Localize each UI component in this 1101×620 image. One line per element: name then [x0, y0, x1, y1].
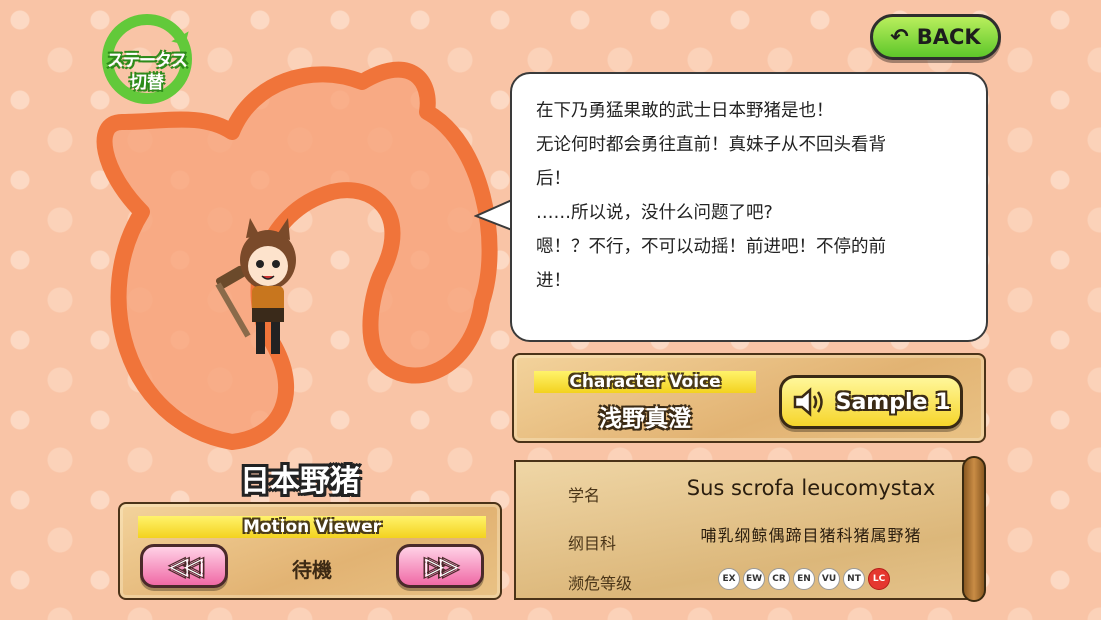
character-voice-panel: Character Voice 浅野真澄 Sample 1	[512, 353, 986, 443]
dialogue-line: 后！	[536, 169, 571, 189]
rewind-icon: ◁◁	[169, 552, 203, 580]
voice-sample-label: Sample 1	[835, 389, 951, 415]
status-badge: NT	[843, 568, 865, 590]
status-badge: EW	[743, 568, 765, 590]
speech-bubble-tail	[474, 198, 514, 232]
character-voice-header: Character Voice	[534, 371, 756, 393]
back-button[interactable]: ↶ BACK	[870, 14, 1001, 60]
character-name: 日本野猪	[240, 464, 360, 499]
status-badge: EX	[718, 568, 740, 590]
voice-sample-button[interactable]: Sample 1	[779, 375, 963, 429]
voice-actor-name: 浅野真澄	[599, 406, 691, 432]
dialogue-line: ……所以说，没什么问题了吧?	[536, 203, 773, 223]
conservation-status-badges: EX EW CR EN VU NT LC	[718, 568, 890, 590]
motion-viewer-header: Motion Viewer	[138, 516, 486, 538]
motion-state-label: 待機	[292, 558, 332, 582]
motion-next-button[interactable]: ▷▷	[396, 544, 484, 588]
back-arrow-icon: ↶	[890, 24, 909, 50]
fast-forward-icon: ▷▷	[425, 552, 459, 580]
status-badge: VU	[818, 568, 840, 590]
species-info-scroll: 学名 Sus scrofa leucomystax 纲目科 哺乳纲鲸偶蹄目猪科猪…	[514, 460, 970, 600]
scroll-roll-decoration	[962, 456, 986, 602]
dialogue-line: 在下乃勇猛果敢的武士日本野猪是也！	[536, 101, 834, 121]
dialogue-line: 进！	[536, 271, 571, 291]
classification-label: 纲目科	[568, 534, 617, 553]
character-sprite[interactable]	[210, 212, 315, 362]
scientific-name-label: 学名	[568, 486, 601, 505]
dialogue-line: 无论何时都会勇往直前！真妹子从不回头看背	[536, 135, 886, 155]
status-badge: EN	[793, 568, 815, 590]
back-button-label: BACK	[916, 25, 981, 49]
motion-viewer-panel: Motion Viewer ◁◁ 待機 ▷▷	[118, 502, 502, 600]
speaker-icon	[793, 387, 823, 417]
dialogue-bubble: 在下乃勇猛果敢的武士日本野猪是也！ 无论何时都会勇往直前！真妹子从不回头看背 后…	[510, 72, 988, 342]
conservation-status-label: 濒危等级	[568, 574, 633, 593]
status-badge: LC	[868, 568, 890, 590]
status-badge: CR	[768, 568, 790, 590]
motion-prev-button[interactable]: ◁◁	[140, 544, 228, 588]
classification-value: 哺乳纲鲸偶蹄目猪科猪属野猪	[700, 526, 922, 545]
scientific-name-value: Sus scrofa leucomystax	[686, 476, 936, 500]
dialogue-line: 嗯！？不行，不可以动摇！前进吧！不停的前	[536, 237, 886, 257]
